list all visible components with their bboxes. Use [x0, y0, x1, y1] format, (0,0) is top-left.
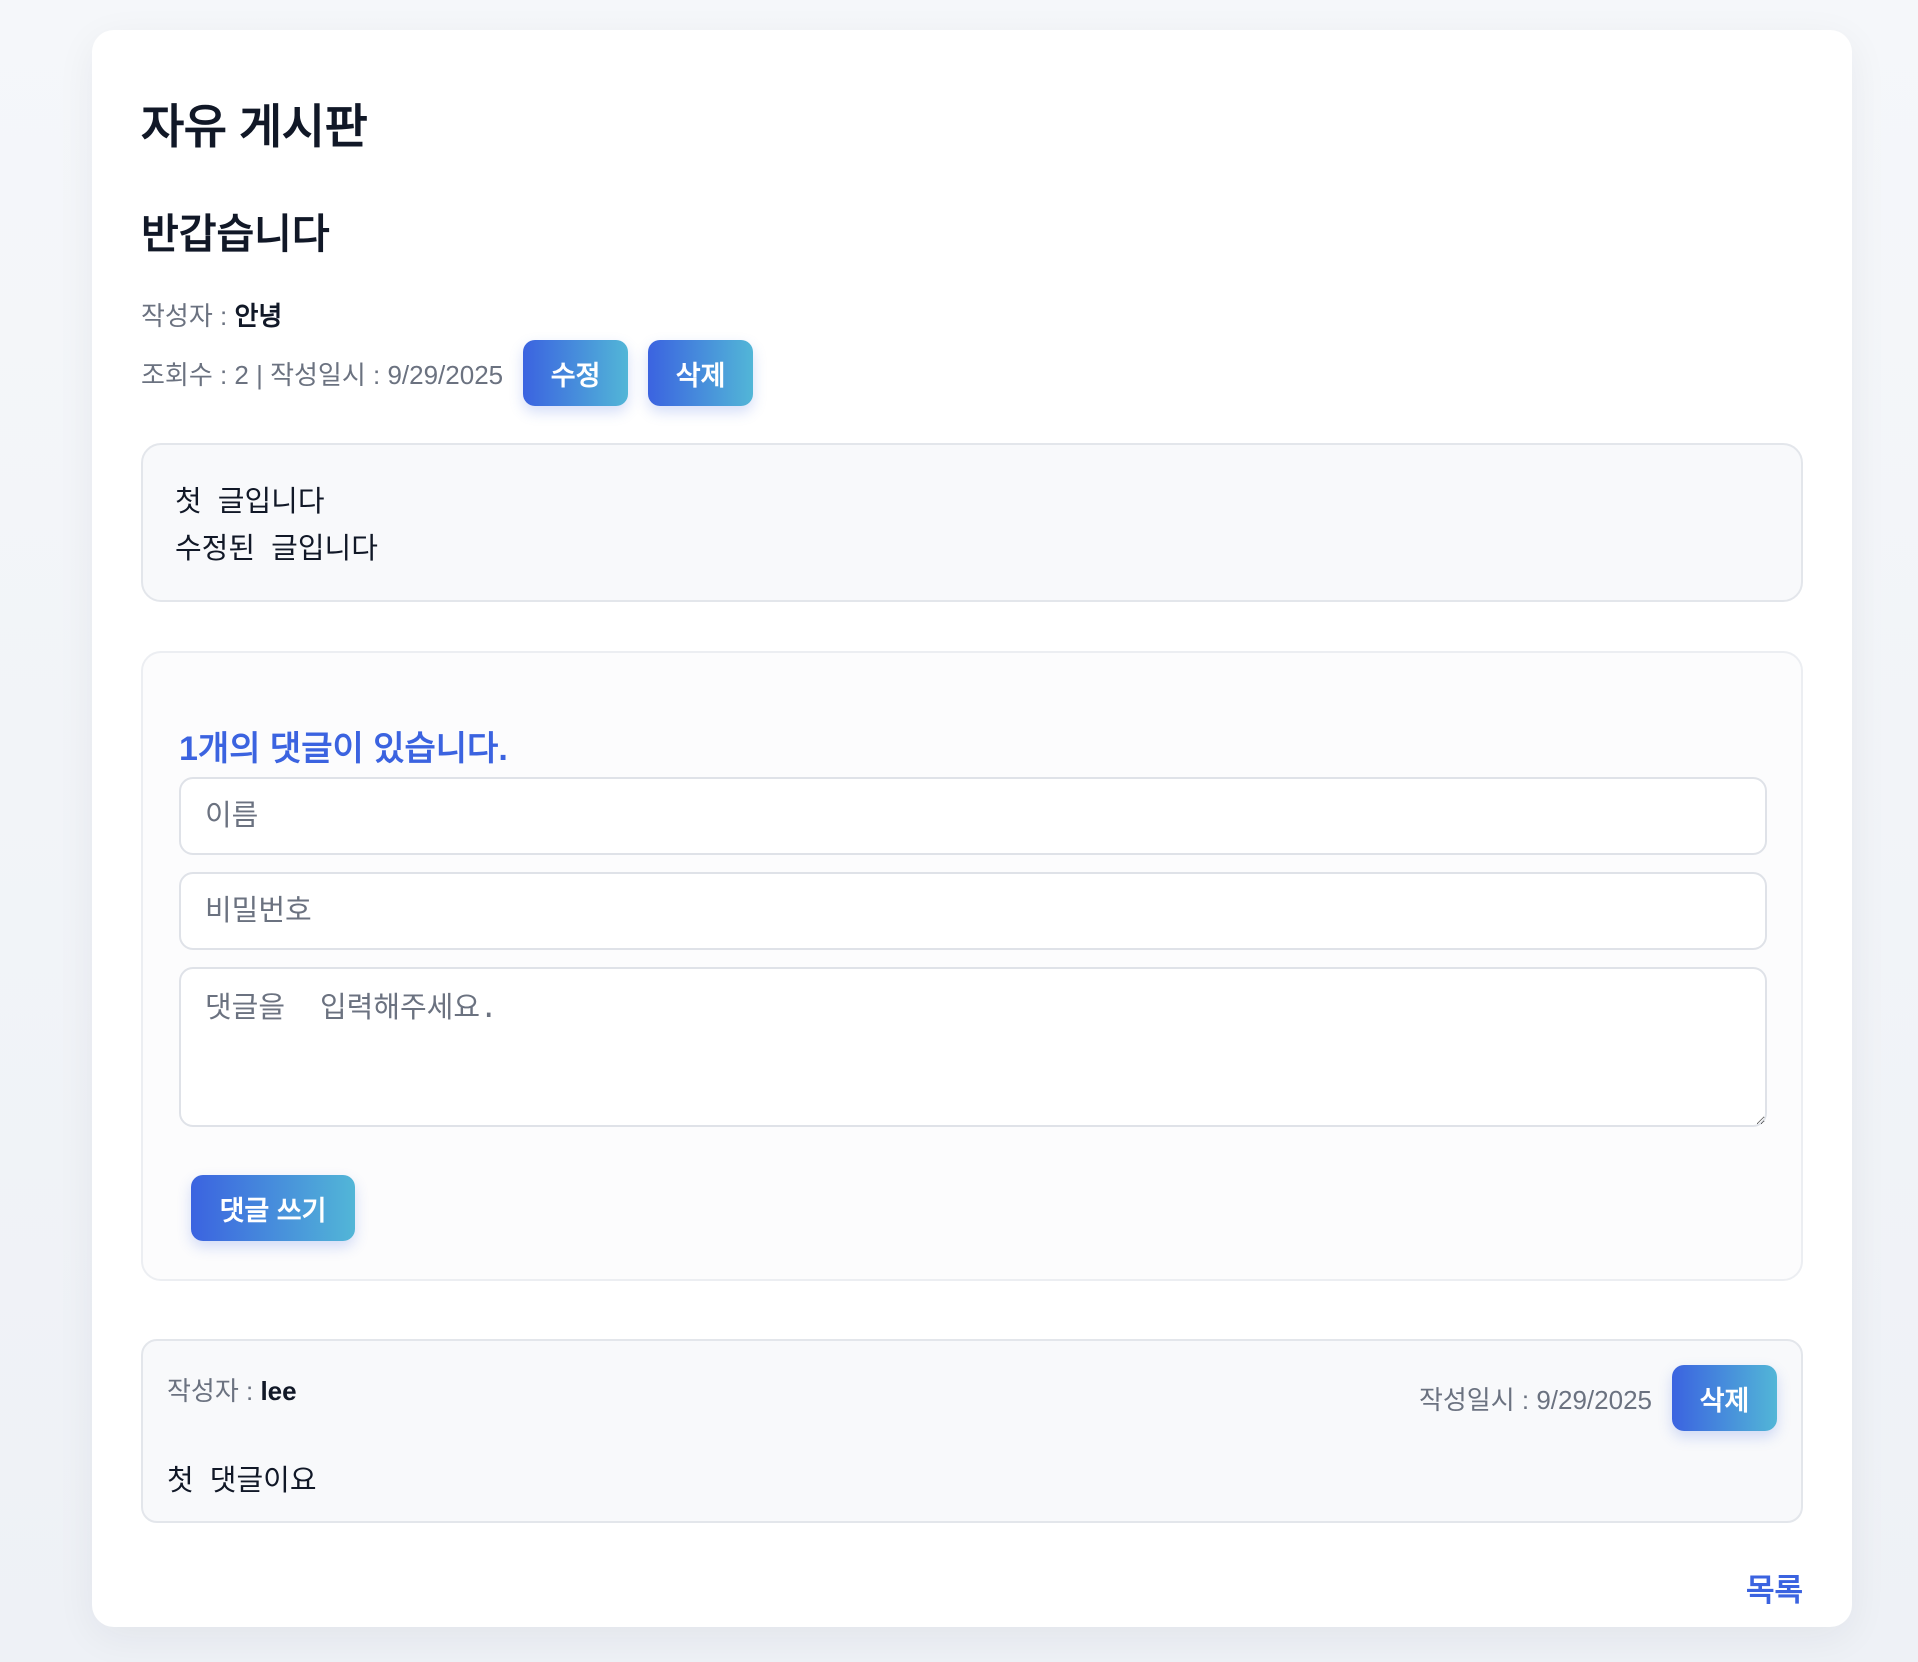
delete-comment-button[interactable]: 삭제	[1672, 1365, 1777, 1431]
comment-item: 작성자 : lee 작성일시 : 9/29/2025 삭제 첫 댓글이요	[141, 1339, 1803, 1523]
post-author-label: 작성자 :	[141, 301, 235, 331]
post-meta: 조회수 : 2 | 작성일시 : 9/29/2025	[141, 359, 504, 390]
comment-password-input[interactable]	[179, 872, 1767, 950]
edit-post-button[interactable]: 수정	[523, 340, 629, 406]
list-link[interactable]: 목록	[1746, 1565, 1803, 1610]
comment-author-line: 작성자 : lee	[167, 1371, 297, 1408]
post-meta-row: 조회수 : 2 | 작성일시 : 9/29/2025 수정 삭제	[141, 340, 754, 406]
post-author-name: 안녕	[234, 301, 283, 331]
comment-actions: 작성일시 : 9/29/2025 삭제	[1419, 1365, 1777, 1431]
comment-textarea[interactable]	[179, 967, 1767, 1127]
comment-count: 1개의 댓글이 있습니다.	[179, 730, 508, 768]
post-author-line: 작성자 : 안녕	[141, 296, 282, 333]
comment-date: 작성일시 : 9/29/2025	[1418, 1384, 1652, 1415]
post-body-line: 첫 글입니다	[175, 486, 325, 518]
comment-name-input[interactable]	[179, 777, 1767, 855]
comment-author-name: lee	[260, 1376, 297, 1406]
board-card: 자유 게시판 반갑습니다 작성자 : 안녕 조회수 : 2 | 작성일시 : 9…	[92, 30, 1852, 1627]
comment-body: 첫 댓글이요	[167, 1465, 317, 1497]
submit-comment-button[interactable]: 댓글 쓰기	[191, 1175, 355, 1241]
comment-author-label: 작성자 :	[167, 1376, 261, 1406]
board-title: 자유 게시판	[141, 100, 368, 153]
comment-form-panel: 1개의 댓글이 있습니다. 댓글 쓰기	[141, 651, 1803, 1281]
post-title: 반갑습니다	[141, 211, 330, 257]
post-body: 첫 글입니다 수정된 글입니다	[141, 443, 1803, 602]
delete-post-button[interactable]: 삭제	[648, 340, 754, 406]
post-body-line: 수정된 글입니다	[175, 533, 378, 565]
